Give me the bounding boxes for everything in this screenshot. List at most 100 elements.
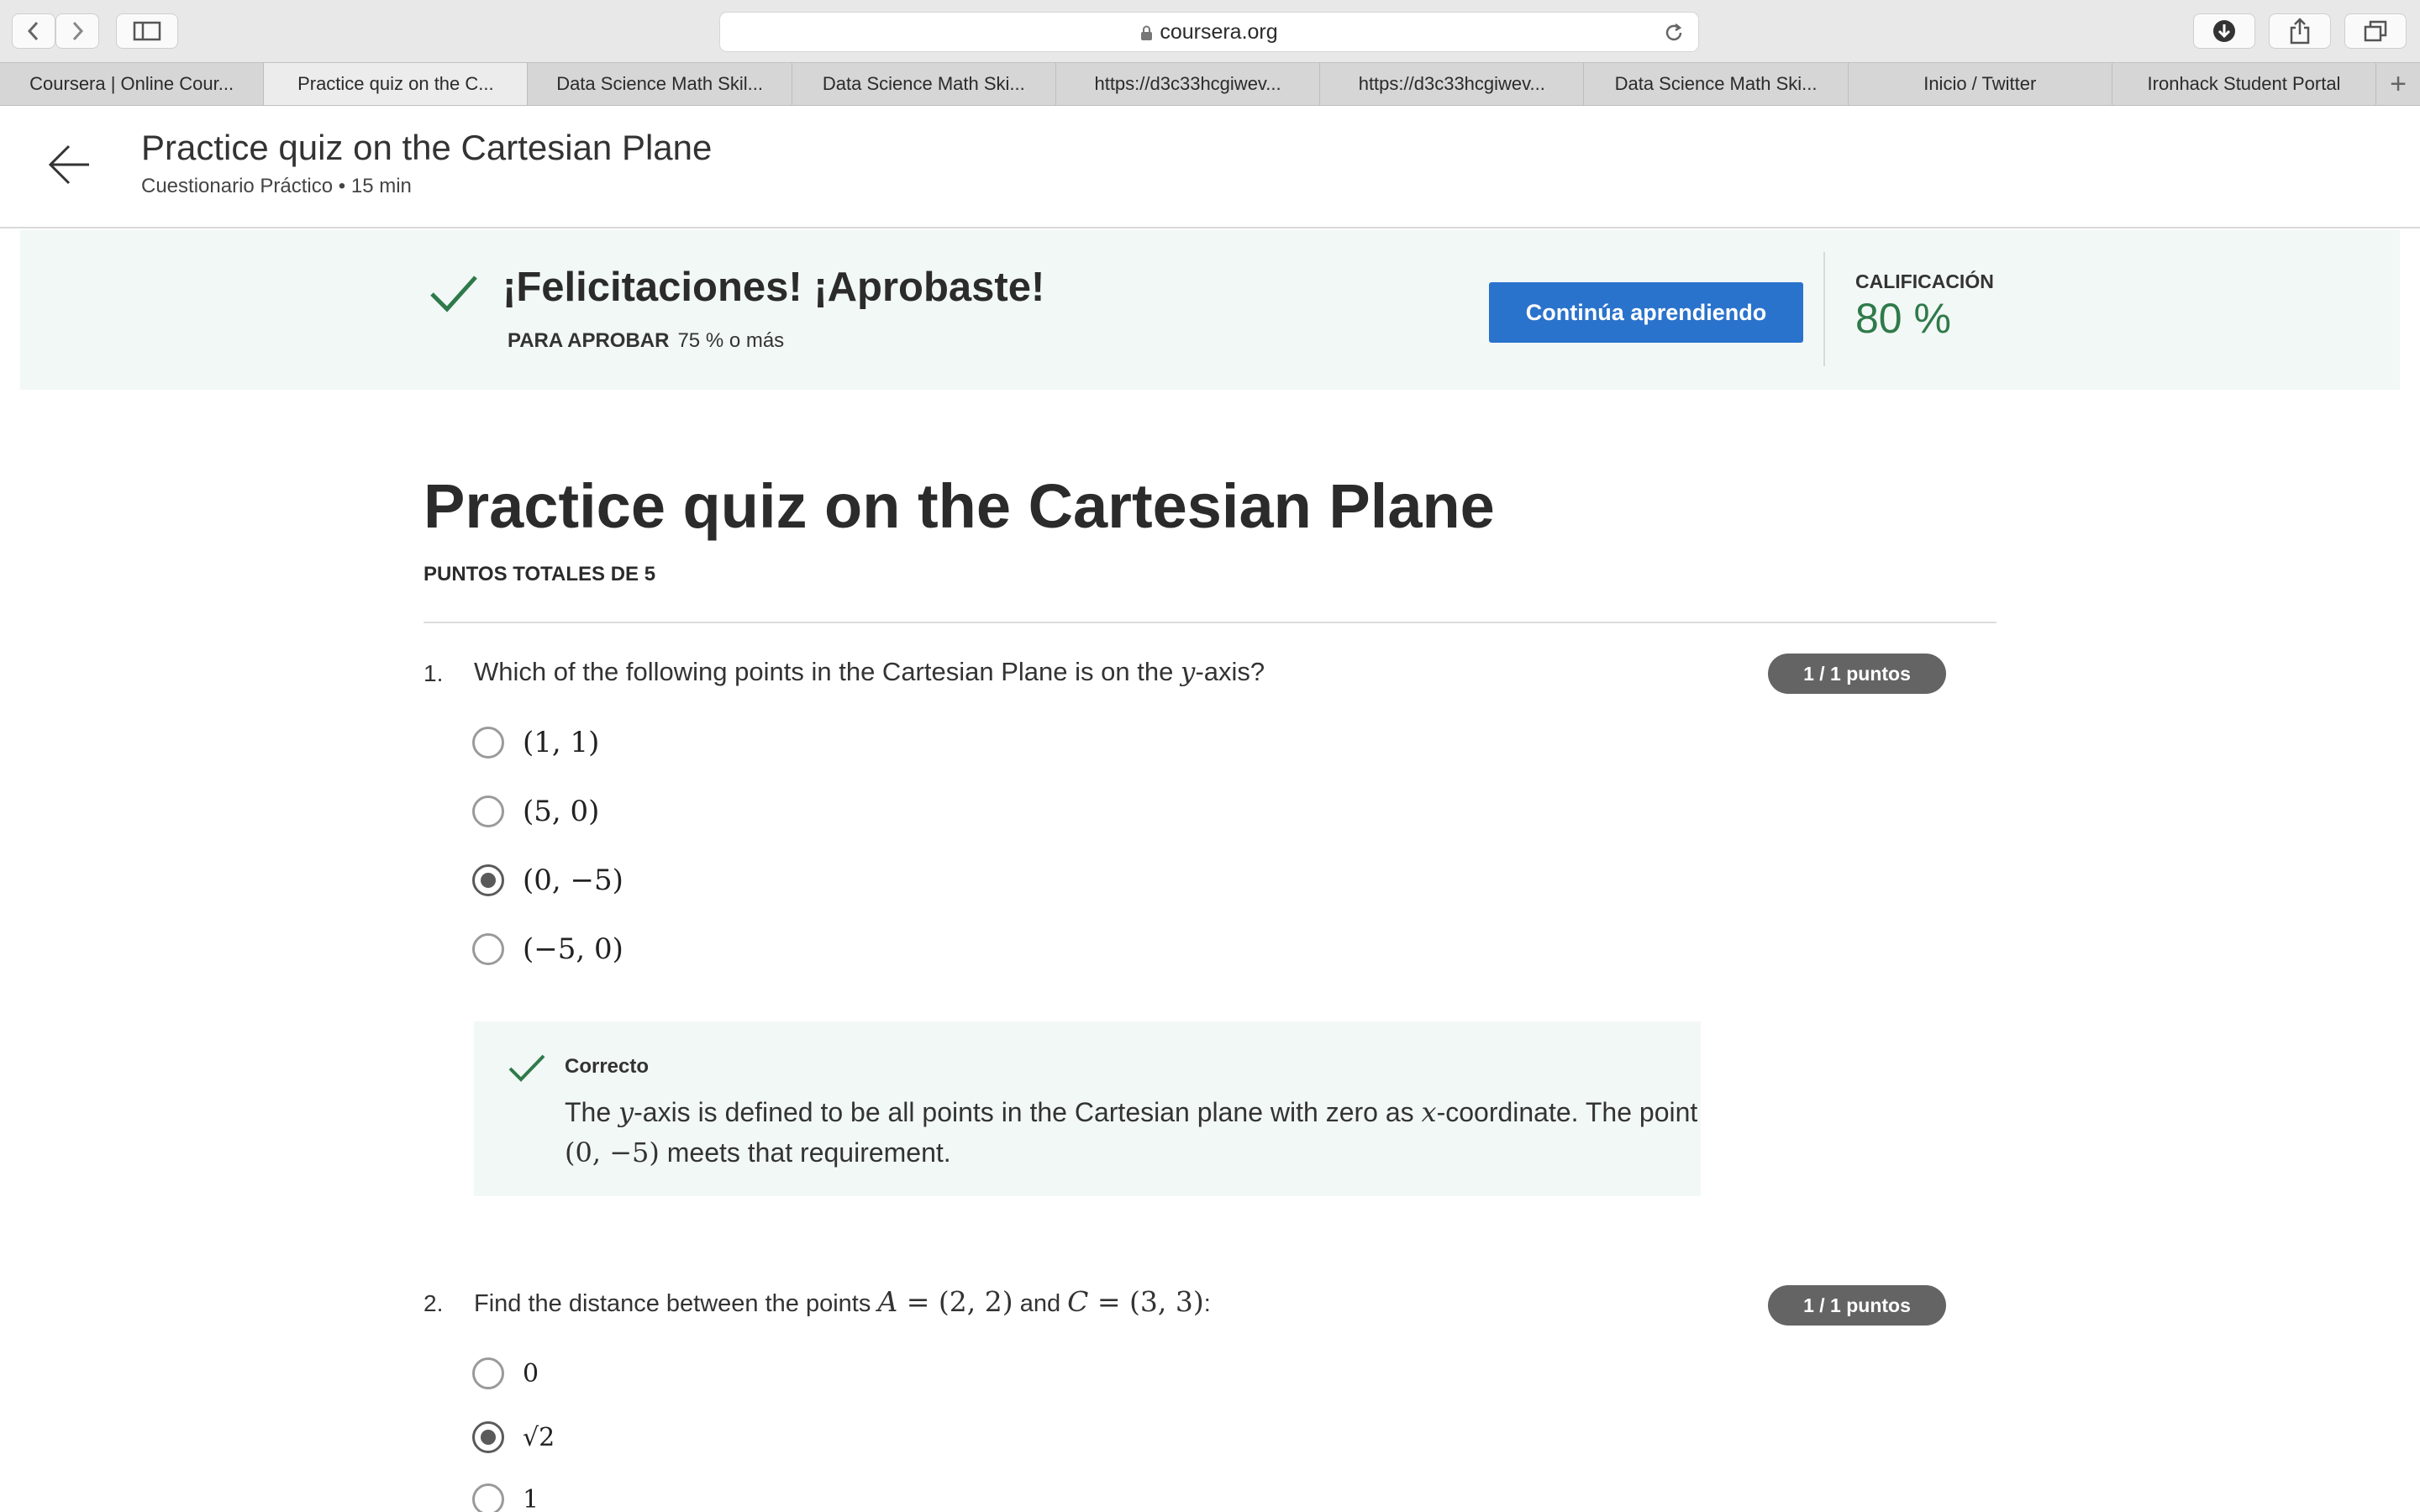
page-title: Practice quiz on the Cartesian Plane	[141, 128, 713, 167]
tab-practice-quiz[interactable]: Practice quiz on the C...	[264, 63, 529, 105]
math-variable: y	[618, 1096, 634, 1128]
pass-requirement: PARA APROBAR 75 % o más	[508, 329, 784, 353]
continue-learning-button[interactable]: Continúa aprendiendo	[1489, 282, 1803, 343]
share-button[interactable]	[2269, 13, 2331, 49]
feedback-text-part: -coordinate. The point	[1436, 1097, 1698, 1127]
question-text-part: Find the distance between the points	[474, 1290, 878, 1317]
math-variable: y	[1180, 657, 1196, 687]
divider	[424, 622, 1996, 623]
option-label: (−5, 0)	[523, 932, 623, 966]
tab-d3c33-2[interactable]: https://d3c33hcgiwev...	[1320, 63, 1585, 105]
tab-label: https://d3c33hcgiwev...	[1358, 73, 1545, 94]
feedback-text-part: The	[565, 1097, 619, 1127]
option-label: 0	[523, 1358, 539, 1389]
radio-button-checked[interactable]	[472, 864, 504, 896]
radio-button[interactable]	[472, 1357, 504, 1389]
score-badge: 1 / 1 puntos	[1768, 654, 1946, 694]
tab-twitter[interactable]: Inicio / Twitter	[1849, 63, 2112, 105]
answer-option-selected[interactable]: (0, −5)	[472, 864, 623, 897]
page-header: Practice quiz on the Cartesian Plane Cue…	[0, 106, 2420, 228]
quiz-total-points: PUNTOS TOTALES DE 5	[424, 563, 656, 585]
chevron-left-icon	[27, 21, 39, 41]
plus-icon: +	[2390, 67, 2407, 100]
downloads-button[interactable]	[2193, 13, 2255, 49]
pass-label: PARA APROBAR	[508, 329, 670, 352]
math-expression: = (3, 3)	[1088, 1285, 1204, 1318]
option-label: 1	[523, 1484, 539, 1512]
chevron-right-icon	[72, 21, 84, 41]
banner-divider	[1823, 252, 1825, 366]
tab-overview-button[interactable]	[2344, 13, 2407, 49]
tab-bar: Coursera | Online Cour... Practice quiz …	[0, 62, 2420, 106]
math-expression: = (2, 2)	[897, 1285, 1013, 1318]
tab-label: Coursera | Online Cour...	[29, 73, 234, 94]
tab-ironhack[interactable]: Ironhack Student Portal	[2112, 63, 2377, 105]
download-icon	[2213, 20, 2235, 42]
question-text-part: :	[1203, 1290, 1211, 1317]
reload-icon[interactable]	[1663, 22, 1685, 44]
question-number: 1.	[424, 660, 444, 686]
browser-toolbar: coursera.org	[0, 0, 2420, 62]
tab-data-science-2[interactable]: Data Science Math Ski...	[792, 63, 1056, 105]
answer-option[interactable]: 0	[472, 1357, 539, 1389]
tabs-icon	[2364, 20, 2387, 42]
tab-data-science-3[interactable]: Data Science Math Ski...	[1584, 63, 1849, 105]
arrow-left-icon[interactable]	[47, 143, 92, 186]
share-icon	[2290, 18, 2310, 45]
option-label: √2	[523, 1422, 555, 1452]
math-variable: C	[1067, 1285, 1089, 1318]
answer-option[interactable]: (1, 1)	[472, 726, 599, 759]
tab-label: Ironhack Student Portal	[2147, 73, 2341, 94]
tab-data-science-1[interactable]: Data Science Math Skil...	[528, 63, 792, 105]
radio-button[interactable]	[472, 933, 504, 965]
answer-option[interactable]: (−5, 0)	[472, 932, 623, 966]
tab-label: Data Science Math Ski...	[1614, 73, 1818, 94]
tab-label: Data Science Math Skil...	[556, 73, 763, 94]
address-bar[interactable]: coursera.org	[719, 12, 1699, 52]
lock-icon	[1141, 25, 1153, 40]
answer-option-selected[interactable]: √2	[472, 1421, 555, 1453]
quiz-title: Practice quiz on the Cartesian Plane	[424, 471, 1495, 541]
feedback-text-part: -axis is defined to be all points in the…	[634, 1097, 1422, 1127]
answer-option[interactable]: (5, 0)	[472, 795, 599, 828]
sidebar-toggle-button[interactable]	[116, 13, 178, 49]
pass-title: ¡Felicitaciones! ¡Aprobaste!	[502, 265, 1045, 310]
option-label: (5, 0)	[523, 795, 600, 828]
feedback-box: Correcto The y-axis is defined to be all…	[474, 1021, 1701, 1196]
back-button[interactable]	[12, 13, 55, 49]
sidebar-icon	[133, 21, 161, 41]
tab-d3c33-1[interactable]: https://d3c33hcgiwev...	[1056, 63, 1321, 105]
tab-label: Inicio / Twitter	[1923, 73, 2037, 94]
new-tab-button[interactable]: +	[2376, 63, 2420, 105]
grade-value: 80 %	[1855, 295, 1951, 342]
radio-button-checked[interactable]	[472, 1421, 504, 1453]
question-text: Find the distance between the points A =…	[474, 1285, 1211, 1318]
tab-label: Data Science Math Ski...	[822, 73, 1025, 94]
score-badge: 1 / 1 puntos	[1768, 1285, 1946, 1326]
feedback-text: The y-axis is defined to be all points i…	[565, 1092, 1741, 1173]
question-text-part: Which of the following points in the Car…	[474, 657, 1181, 686]
url-text: coursera.org	[1160, 19, 1278, 44]
radio-button[interactable]	[472, 727, 504, 759]
math-variable: A	[877, 1285, 898, 1318]
tab-coursera[interactable]: Coursera | Online Cour...	[0, 63, 265, 105]
math-expression: (0, −5)	[565, 1137, 660, 1168]
option-label: (1, 1)	[523, 726, 600, 759]
radio-button[interactable]	[472, 1483, 504, 1512]
check-icon	[430, 276, 477, 312]
question-text-part: -axis?	[1195, 657, 1265, 686]
grade-label: CALIFICACIÓN	[1855, 270, 1994, 292]
pass-banner: ¡Felicitaciones! ¡Aprobaste! PARA APROBA…	[20, 230, 2400, 390]
answer-option[interactable]: 1	[472, 1483, 539, 1512]
tab-label: https://d3c33hcgiwev...	[1094, 73, 1281, 94]
radio-button[interactable]	[472, 795, 504, 827]
page-subtitle: Cuestionario Práctico • 15 min	[141, 175, 412, 197]
check-icon	[508, 1054, 545, 1082]
forward-button[interactable]	[55, 13, 99, 49]
math-variable: x	[1421, 1096, 1437, 1128]
question-text: Which of the following points in the Car…	[474, 657, 1265, 687]
question-text-part: and	[1013, 1290, 1068, 1317]
tab-label: Practice quiz on the C...	[297, 73, 494, 94]
question-number: 2.	[424, 1290, 444, 1316]
feedback-title: Correcto	[565, 1055, 650, 1078]
